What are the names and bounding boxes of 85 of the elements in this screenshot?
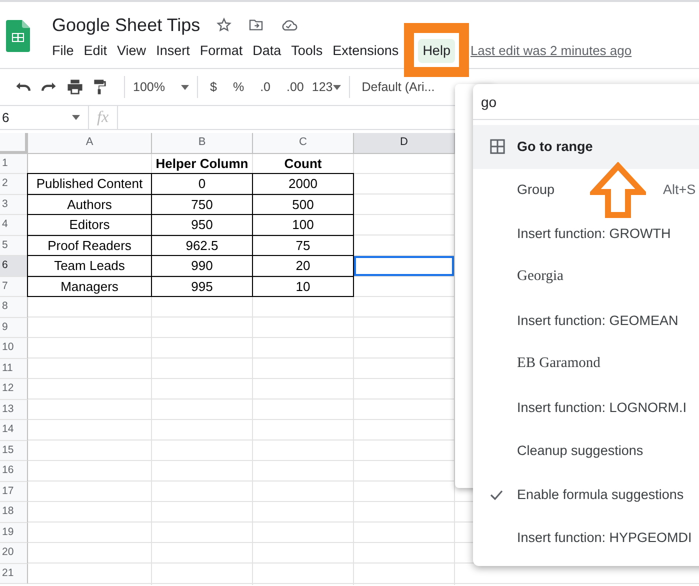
row-header[interactable]: 10 (0, 338, 28, 358)
menu-item[interactable]: Insert function: GEOMEAN (473, 299, 699, 342)
menu-label: Group (517, 181, 555, 200)
menu-item[interactable]: EB Garamond (473, 342, 699, 386)
menu-item[interactable]: Insert function: HYPGEOMDI (473, 516, 699, 560)
column-header[interactable]: A (28, 133, 152, 154)
row-header[interactable]: 21 (0, 564, 28, 584)
row-header[interactable]: 3 (0, 194, 28, 215)
row-header[interactable]: 11 (0, 358, 28, 379)
row-header[interactable]: 20 (0, 543, 28, 564)
function-label: fx (88, 106, 118, 130)
document-title[interactable]: Google Sheet Tips (52, 14, 200, 36)
percent-format-button[interactable]: % (232, 78, 244, 96)
row-header[interactable]: 14 (0, 420, 28, 440)
cloud-icon[interactable] (280, 17, 298, 33)
menu-item[interactable]: Group Alt+S (473, 168, 699, 212)
menu-item[interactable]: Cleanup suggestions (473, 430, 699, 473)
name-box[interactable]: 6 (2, 108, 10, 128)
row-header[interactable]: 9 (0, 318, 28, 338)
row-header[interactable]: 17 (0, 482, 28, 502)
menu-item[interactable]: Insert function: GROWTH (473, 212, 699, 256)
undo-icon[interactable] (14, 80, 32, 94)
column-header[interactable]: C (253, 133, 354, 154)
shortcut-label: Alt+S (663, 181, 696, 200)
row-header[interactable]: 13 (0, 400, 28, 420)
selected-cell[interactable] (354, 256, 455, 276)
row-header[interactable]: 4 (0, 215, 28, 236)
menu-label: Insert function: GEOMEAN (517, 312, 678, 330)
row-header[interactable]: 7 (0, 276, 28, 297)
menu-item[interactable]: Help (418, 39, 456, 63)
search-field[interactable]: go (481, 92, 681, 113)
menu-label: Insert function: HYPGEOMDI (517, 529, 692, 548)
folder-icon[interactable] (248, 17, 264, 33)
row-header[interactable]: 8 (0, 297, 28, 318)
menu-item[interactable]: Georgia (473, 256, 699, 299)
menu-item[interactable]: Data (248, 39, 286, 63)
menu-item[interactable]: Extensions (328, 39, 404, 63)
caret-icon[interactable] (72, 115, 80, 120)
row-header[interactable]: 19 (0, 522, 28, 543)
grid-icon (490, 139, 505, 154)
print-icon[interactable] (66, 79, 84, 95)
column-header[interactable]: B (152, 133, 253, 154)
row-header[interactable]: 18 (0, 502, 28, 522)
row-header[interactable]: 16 (0, 461, 28, 482)
menu-item[interactable]: Format (194, 39, 248, 63)
caret-icon[interactable] (180, 84, 189, 90)
menu-label: Georgia (517, 267, 564, 286)
row-header[interactable]: 1 (0, 154, 28, 174)
row-header[interactable]: 2 (0, 174, 28, 194)
table-cell[interactable]: 2000 (252, 173, 354, 194)
row-header[interactable]: 5 (0, 236, 28, 256)
menu-label: Insert function: GROWTH (517, 224, 671, 243)
increase-decimals-button[interactable]: .00 (286, 78, 304, 96)
redo-icon[interactable] (40, 80, 58, 94)
menu-item[interactable]: Tools (286, 39, 328, 63)
menu-item[interactable]: Edit (78, 39, 112, 63)
row-header[interactable]: 15 (0, 440, 28, 461)
menu-label: Cleanup suggestions (517, 442, 644, 460)
paint-roller-icon[interactable] (92, 79, 108, 95)
last-edit-link[interactable]: Last edit was 2 minutes ago (470, 41, 632, 61)
menu-label: Insert function: LOGNORM.I (517, 398, 687, 417)
menu-label: Enable formula suggestions (517, 486, 684, 504)
column-header[interactable]: D (354, 133, 455, 154)
menu-label: EB Garamond (517, 354, 600, 374)
menu-item[interactable]: Insert function: LOGNORM.I (473, 386, 699, 430)
font-dropdown[interactable]: Default (Ari... (362, 78, 435, 96)
table-cell[interactable]: Published Content (27, 173, 152, 194)
menu-item[interactable]: File (47, 39, 79, 63)
table-cell[interactable]: 10 (252, 276, 354, 297)
table-cell[interactable]: Helper Column (152, 154, 253, 174)
menu-item[interactable]: Enable formula suggestions (473, 473, 699, 516)
currency-format-button[interactable]: $ (210, 78, 217, 96)
more-formats-dropdown[interactable]: 123 (312, 78, 333, 96)
menu-item[interactable]: Insert (151, 39, 195, 63)
menu-label: Go to range (517, 138, 593, 156)
menu-item[interactable]: Go to range (473, 125, 699, 168)
caret-icon[interactable] (332, 84, 341, 90)
zoom-dropdown[interactable]: 100% (133, 78, 165, 96)
star-icon[interactable] (216, 17, 232, 33)
menu-item[interactable]: View (112, 39, 152, 63)
table-cell[interactable]: Managers (27, 276, 152, 297)
spreadsheet-icon[interactable] (6, 20, 30, 52)
row-header[interactable]: 12 (0, 379, 28, 400)
decrease-decimals-button[interactable]: .0 (260, 78, 270, 96)
row-header[interactable]: 6 (0, 256, 28, 276)
